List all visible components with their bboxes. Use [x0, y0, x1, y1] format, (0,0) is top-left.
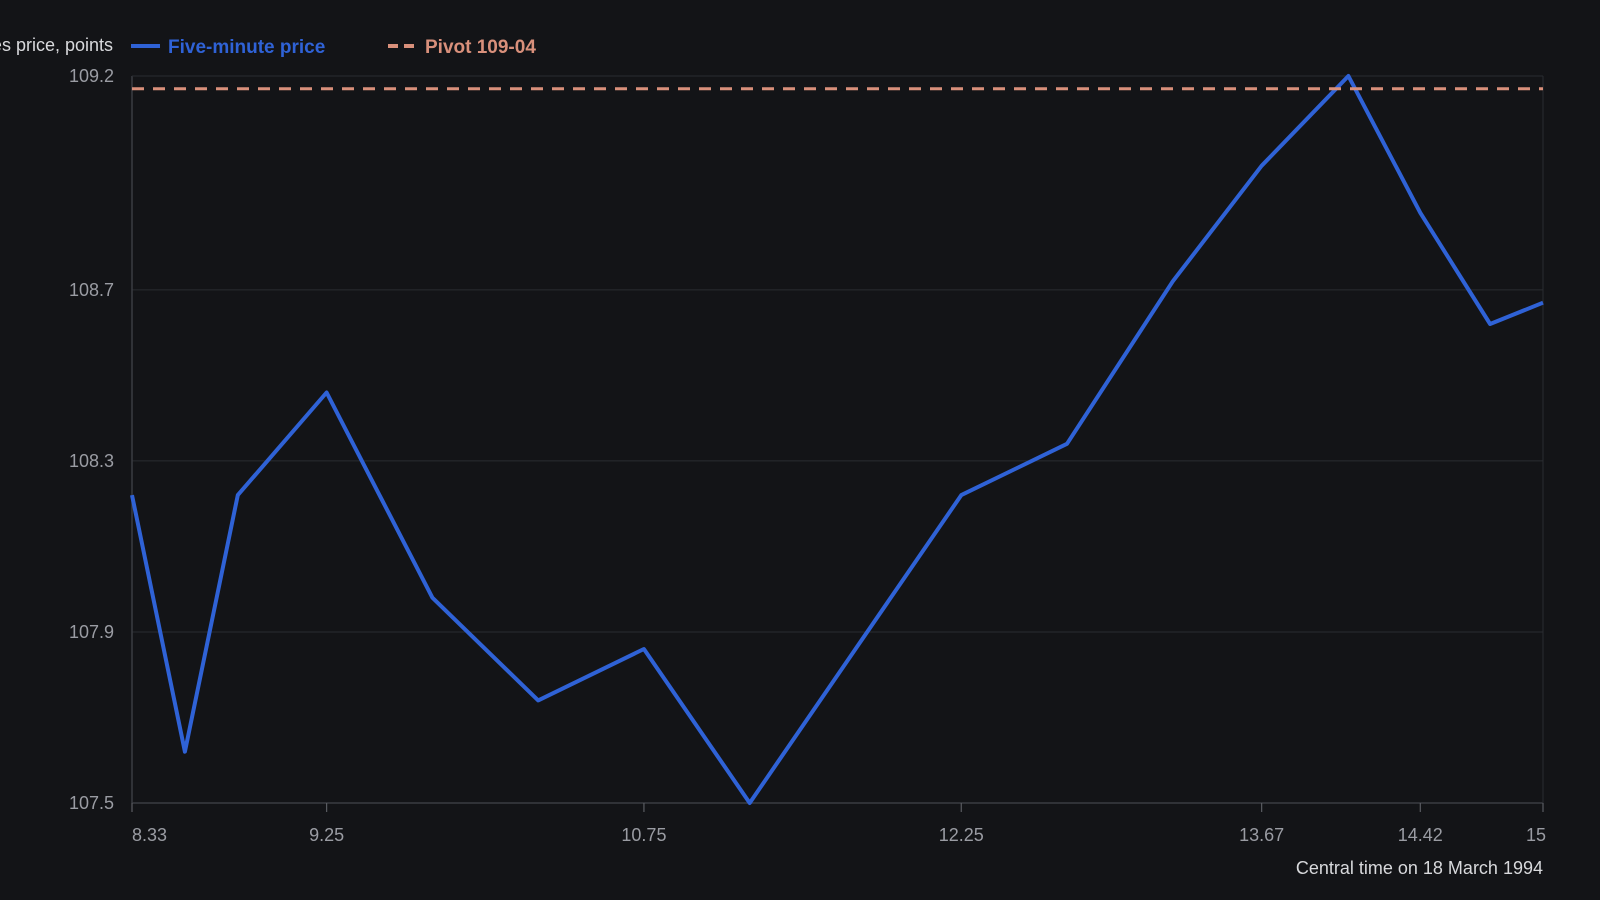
line-chart: 8.33 9.25 10.75 12.25 13.67 14.42 15 107.5107.… — [0, 35, 1546, 878]
x-tick-label: 13.67 — [1239, 825, 1284, 845]
price-series-line — [130, 74, 1544, 805]
x-tick-label: 8.33 — [132, 825, 167, 845]
y-tick-label: 107.5 — [69, 793, 114, 813]
x-axis-ticks: 8.33 9.25 10.75 12.25 13.67 14.42 15 — [131, 803, 1546, 845]
legend-item-price: Five-minute price — [131, 37, 325, 58]
x-tick-label: 15 — [1526, 825, 1546, 845]
y-tick-label: 107.9 — [69, 622, 114, 642]
y-tick-label: 109.2 — [69, 66, 114, 86]
legend: Five-minute price Pivot 109-04 — [131, 37, 536, 58]
x-tick-label: 14.42 — [1398, 825, 1443, 845]
y-tick-label: 108.3 — [69, 451, 114, 471]
series-layer — [130, 74, 1544, 805]
x-tick-label: 12.25 — [939, 825, 984, 845]
legend-item-pivot: Pivot 109-04 — [388, 37, 536, 58]
y-axis-title: Futures price, points — [0, 35, 113, 55]
y-axis-ticks: 107.5 107.9 108.3 108.7 109.2 — [69, 66, 114, 813]
x-tick-label: 9.25 — [309, 825, 344, 845]
grid-layer — [132, 75, 1543, 804]
legend-label-pivot: Pivot 109-04 — [425, 37, 536, 58]
x-tick-label: 10.75 — [621, 825, 666, 845]
y-tick-label: 108.7 — [69, 280, 114, 300]
x-axis-title: Central time on 18 March 1994 — [1296, 858, 1543, 878]
chart-root: 8.33 9.25 10.75 12.25 13.67 14.42 15 107.5 107.… — [0, 0, 1600, 900]
legend-label-price: Five-minute price — [168, 37, 325, 58]
axis-layer — [131, 75, 1544, 804]
